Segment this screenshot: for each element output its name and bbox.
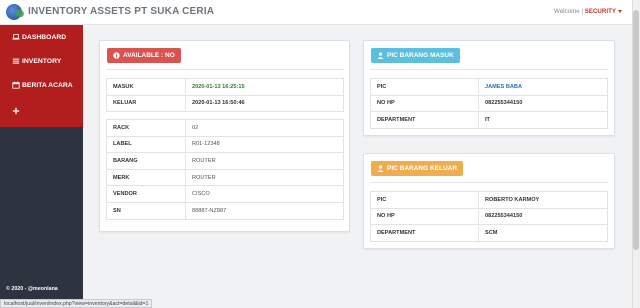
- pic-keluar-table: PIC ROBERTO KARMOY NO HP 082255344150 DEPA…: [370, 191, 608, 242]
- laptop-icon: [12, 34, 20, 40]
- divider: [106, 69, 343, 70]
- table-row: LABEL R01-12348: [106, 135, 344, 154]
- vertical-scrollbar[interactable]: [632, 0, 640, 308]
- row-label: RACK: [106, 119, 186, 137]
- row-value: 88887-NZ887: [185, 201, 344, 220]
- item-table: RACK 02 LABEL R01-12348 BARANG ROUTER MERK R…: [106, 119, 344, 220]
- row-value: R01-12348: [185, 135, 344, 154]
- table-row: NO HP 082255344150: [370, 94, 608, 113]
- row-value: 2020-01-13 16:25:15: [185, 78, 344, 96]
- sidebar-item-add[interactable]: [0, 99, 83, 123]
- row-label: BARANG: [106, 152, 186, 170]
- pic-keluar-title: PIC BARANG KELUAR: [387, 165, 458, 172]
- divider: [370, 182, 608, 183]
- pic-masuk-title: PIC BARANG MASUK: [387, 52, 454, 59]
- row-value: 02: [185, 119, 344, 137]
- user-icon: [377, 165, 384, 172]
- row-value: 082255344150: [478, 94, 608, 113]
- row-label: VENDOR: [106, 185, 186, 203]
- caret-down-icon[interactable]: [618, 9, 622, 13]
- calendar-icon: [12, 81, 20, 89]
- table-row: PIC JAMES BABA: [370, 78, 608, 96]
- list-icon: [12, 58, 20, 64]
- row-value: 2020-01-13 16:50:46: [185, 94, 344, 113]
- pic-keluar-card: PIC BARANG KELUAR PIC ROBERTO KARMOY NO H…: [363, 153, 615, 249]
- row-value: ROBERTO KARMOY: [478, 191, 608, 209]
- sidebar-item-label: INVENTORY: [22, 57, 62, 65]
- table-row: MERK ROUTER: [106, 168, 344, 187]
- table-row: SN 88887-NZ887: [106, 201, 344, 220]
- row-label: KELUAR: [106, 94, 186, 113]
- table-row: NO HP 082255344150: [370, 207, 608, 226]
- sidebar-item-berita-acara[interactable]: BERITA ACARA: [0, 73, 83, 97]
- table-row: DEPARTMENT SCM: [370, 224, 608, 242]
- divider: [370, 69, 608, 70]
- user-menu[interactable]: Welcome | SECURITY: [554, 8, 622, 15]
- row-value: ROUTER: [185, 168, 344, 187]
- table-row: KELUAR 2020-01-13 16:50:46: [106, 94, 344, 113]
- row-label: PIC: [370, 191, 479, 209]
- sidebar-item-label: DASHBOARD: [22, 33, 67, 41]
- plus-icon: [12, 107, 20, 115]
- pic-masuk-table: PIC JAMES BABA NO HP 082255344150 DEPARTME…: [370, 78, 608, 129]
- availability-text: AVAILABLE : NO: [123, 52, 175, 59]
- pic-keluar-badge: PIC BARANG KELUAR: [371, 161, 464, 176]
- row-label: MASUK: [106, 78, 186, 96]
- table-row: DEPARTMENT IT: [370, 111, 608, 129]
- globe-logo-icon: [6, 4, 24, 20]
- row-label: SN: [106, 201, 186, 220]
- username[interactable]: SECURITY: [585, 8, 616, 15]
- row-value: ROUTER: [185, 152, 344, 170]
- row-label: PIC: [370, 78, 479, 96]
- table-row: VENDOR CISCO: [106, 185, 344, 203]
- availability-badge: AVAILABLE : NO: [107, 48, 181, 63]
- top-navbar: INVENTORY ASSETS PT SUKA CERIA Welcome |…: [0, 0, 632, 25]
- welcome-label: Welcome |: [553, 8, 585, 15]
- row-value: CISCO: [185, 185, 344, 203]
- table-row: RACK 02: [106, 119, 344, 137]
- table-row: PIC ROBERTO KARMOY: [370, 191, 608, 209]
- row-label: LABEL: [106, 135, 186, 154]
- sidebar: DASHBOARD INVENTORY BERITA ACARA © 2020 …: [0, 25, 83, 308]
- row-label: MERK: [106, 168, 186, 187]
- sidebar-item-label: BERITA ACARA: [22, 81, 73, 89]
- row-value: SCM: [478, 224, 608, 242]
- browser-status-url: localhost/jual/inven/index.php?view=inve…: [0, 299, 153, 308]
- row-value: 082255344150: [478, 207, 608, 226]
- detail-card: AVAILABLE : NO MASUK 2020-01-13 16:25:15 …: [99, 40, 350, 232]
- user-icon: [377, 52, 384, 59]
- row-label: DEPARTMENT: [370, 224, 479, 242]
- pic-masuk-badge: PIC BARANG MASUK: [371, 48, 460, 63]
- info-circle-icon: [113, 52, 120, 59]
- sidebar-item-dashboard[interactable]: DASHBOARD: [0, 25, 83, 49]
- table-row: BARANG ROUTER: [106, 152, 344, 170]
- row-label: NO HP: [370, 207, 479, 226]
- app-title: INVENTORY ASSETS PT SUKA CERIA: [28, 6, 215, 17]
- row-value: IT: [478, 111, 608, 129]
- time-table: MASUK 2020-01-13 16:25:15 KELUAR 2020-01-1…: [106, 78, 344, 113]
- sidebar-item-inventory[interactable]: INVENTORY: [0, 49, 83, 73]
- table-row: MASUK 2020-01-13 16:25:15: [106, 78, 344, 96]
- pic-masuk-card: PIC BARANG MASUK PIC JAMES BABA NO HP 0822…: [363, 40, 615, 136]
- row-label: NO HP: [370, 94, 479, 113]
- scrollbar-thumb[interactable]: [633, 10, 639, 250]
- row-value: JAMES BABA: [478, 78, 608, 96]
- copyright: © 2020 - @meonlana: [6, 286, 58, 292]
- row-label: DEPARTMENT: [370, 111, 479, 129]
